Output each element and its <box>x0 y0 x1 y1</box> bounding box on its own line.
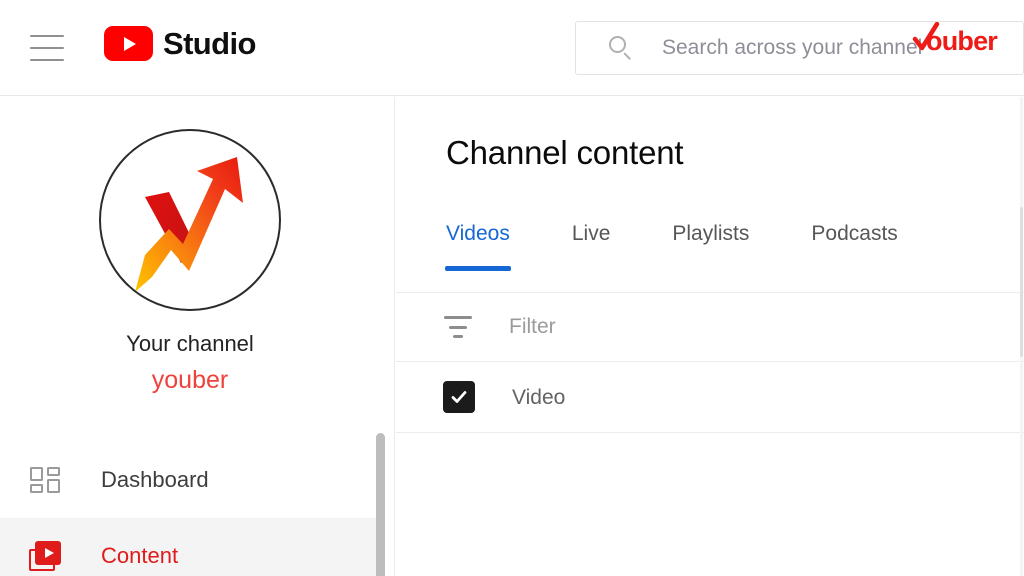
main-scrollbar-thumb[interactable] <box>1020 207 1023 357</box>
tab-playlists[interactable]: Playlists <box>672 222 749 271</box>
filter-line <box>449 325 467 329</box>
filter-icon[interactable] <box>443 316 473 338</box>
filter-input[interactable] <box>509 315 909 339</box>
select-all-checkbox[interactable] <box>443 381 475 413</box>
youtube-studio-window: Studio ouber <box>0 0 1024 576</box>
hamburger-line <box>30 47 64 49</box>
content-video-icon <box>27 539 65 573</box>
left-sidebar: Your channel youber Dashboard Content <box>0 97 395 576</box>
main-content-area: Channel content Videos Live Playlists Po… <box>396 97 1024 576</box>
sidebar-item-label: Content <box>101 543 179 568</box>
hamburger-line <box>30 59 64 61</box>
channel-avatar-arrow-logo <box>135 157 243 292</box>
sidebar-item-dashboard[interactable]: Dashboard <box>0 442 380 518</box>
checkmark-icon <box>451 391 467 403</box>
filter-bar <box>396 293 1024 361</box>
channel-handle: youber <box>151 366 229 394</box>
sidebar-item-label: Dashboard <box>101 467 209 492</box>
content-tabs: Videos Live Playlists Podcasts <box>445 222 898 271</box>
studio-wordmark: Studio <box>163 26 256 61</box>
page-title: Channel content <box>446 134 684 171</box>
youtube-play-icon <box>104 26 153 61</box>
search-input[interactable] <box>662 36 1023 60</box>
hamburger-line <box>30 35 64 37</box>
search-icon <box>608 35 634 61</box>
column-header-video: Video <box>512 385 566 409</box>
search-bar[interactable] <box>575 21 1024 75</box>
filter-line <box>444 316 472 319</box>
channel-label: Your channel <box>126 331 254 356</box>
sidebar-item-content[interactable]: Content <box>0 518 380 576</box>
dashboard-grid-icon <box>27 463 65 497</box>
list-bottom-divider <box>396 432 1024 433</box>
tab-live[interactable]: Live <box>572 222 611 271</box>
table-header-row: Video <box>396 362 1024 432</box>
avatar[interactable] <box>99 129 281 311</box>
play-triangle <box>124 36 136 51</box>
search-ring <box>609 36 626 53</box>
filter-line <box>453 335 463 338</box>
channel-summary: Your channel youber <box>0 97 380 393</box>
tab-videos[interactable]: Videos <box>445 222 511 271</box>
sidebar-scrollbar-thumb[interactable] <box>376 433 385 576</box>
top-header-bar: Studio ouber <box>0 0 1024 96</box>
sidebar-nav: Dashboard Content <box>0 442 380 576</box>
youtube-studio-logo[interactable]: Studio <box>104 26 256 61</box>
hamburger-menu-icon[interactable] <box>30 35 64 61</box>
search-handle <box>623 52 632 61</box>
tab-podcasts[interactable]: Podcasts <box>811 222 897 271</box>
